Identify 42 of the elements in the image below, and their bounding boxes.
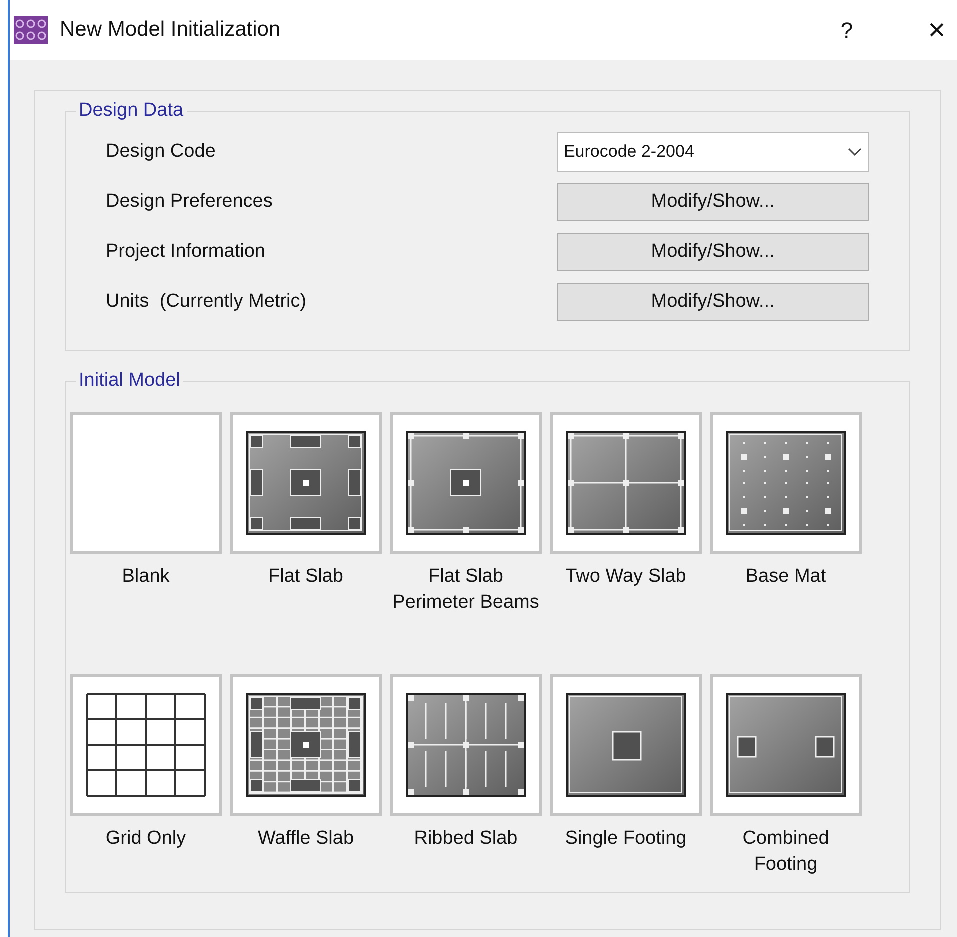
- template-label: Flat Slab Perimeter Beams: [392, 565, 540, 615]
- template-label: Two Way Slab: [564, 565, 688, 589]
- mat-with-points-icon: [726, 431, 846, 535]
- grid-icon: [86, 693, 206, 797]
- modify-show-button[interactable]: Modify/Show...: [557, 233, 869, 271]
- template-label: Ribbed Slab: [413, 827, 519, 851]
- template-label: Flat Slab: [268, 565, 344, 589]
- model-template-button[interactable]: [550, 412, 702, 554]
- design-code-dropdown[interactable]: Eurocode 2-2004: [556, 132, 869, 172]
- model-template-button[interactable]: [550, 674, 702, 816]
- template-label: Combined Footing: [742, 827, 830, 877]
- model-template-button[interactable]: [230, 674, 382, 816]
- slab-with-beams-icon: [406, 431, 526, 535]
- model-template-button[interactable]: [70, 674, 222, 816]
- waffle-slab-icon: [246, 693, 366, 797]
- ribbed-slab-icon: [406, 693, 526, 797]
- modify-show-button[interactable]: Modify/Show...: [557, 183, 869, 221]
- model-template-button[interactable]: [230, 412, 382, 554]
- slab-panels-icon: [566, 431, 686, 535]
- field-label: Project Information: [106, 240, 266, 264]
- modify-show-button[interactable]: Modify/Show...: [557, 283, 869, 321]
- field-label: Units (Currently Metric): [106, 290, 308, 314]
- model-template-button[interactable]: [710, 674, 862, 816]
- footing-icon: [566, 693, 686, 797]
- template-label: Waffle Slab: [256, 827, 356, 851]
- template-label: Single Footing: [564, 827, 688, 851]
- field-label: Design Code: [106, 140, 217, 164]
- combined-footing-icon: [726, 693, 846, 797]
- app-icon: [14, 16, 48, 44]
- model-template-button[interactable]: [710, 412, 862, 554]
- close-button[interactable]: ×: [917, 8, 957, 52]
- template-label: Grid Only: [104, 827, 188, 851]
- field-label: Design Preferences: [106, 190, 274, 214]
- group-title: Design Data: [76, 99, 187, 123]
- model-template-button[interactable]: [390, 412, 542, 554]
- help-button[interactable]: ?: [827, 14, 867, 46]
- model-template-button[interactable]: [390, 674, 542, 816]
- window-title: New Model Initialization: [60, 17, 281, 44]
- template-label: Blank: [121, 565, 171, 589]
- slab-with-drop-panels-icon: [246, 431, 366, 535]
- template-label: Base Mat: [744, 565, 828, 589]
- chevron-down-icon: [848, 148, 862, 156]
